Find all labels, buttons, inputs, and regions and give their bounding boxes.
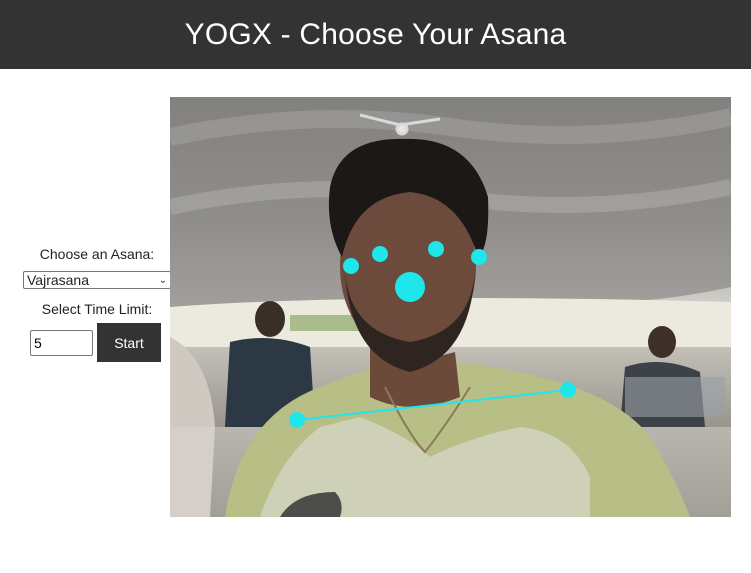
webcam-feed	[170, 97, 731, 517]
keypoint-right-shoulder	[289, 412, 305, 428]
asana-selected-value: Vajrasana	[27, 272, 90, 288]
time-row: Start	[22, 323, 172, 362]
page-title: YOGX - Choose Your Asana	[184, 17, 567, 51]
asana-label: Choose an Asana:	[39, 246, 155, 262]
keypoint-left-eye	[428, 241, 444, 257]
keypoint-nose	[395, 272, 425, 302]
keypoint-left-ear	[471, 249, 487, 265]
time-limit-input[interactable]	[30, 329, 93, 356]
app-header: YOGX - Choose Your Asana	[0, 0, 751, 69]
asana-controls: Choose an Asana: Vajrasana ⌄ Select Time…	[22, 246, 172, 362]
keypoint-left-shoulder	[560, 382, 576, 398]
time-limit-label: Select Time Limit:	[41, 301, 153, 317]
start-button[interactable]: Start	[97, 323, 161, 362]
asana-select[interactable]: Vajrasana ⌄	[23, 271, 171, 289]
webcam-scene	[170, 97, 731, 517]
chevron-down-icon: ⌄	[158, 274, 167, 286]
keypoint-right-eye	[372, 246, 388, 262]
keypoint-right-ear	[343, 258, 359, 274]
